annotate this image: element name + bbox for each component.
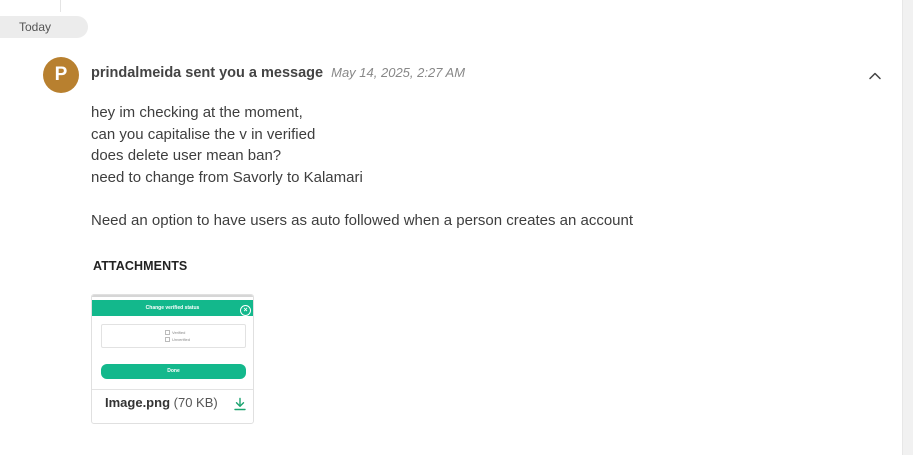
attachment-thumbnail[interactable]: Change verified status × Verified Unveri…	[92, 295, 253, 390]
preview-option: Verified	[165, 330, 185, 335]
preview-title: Change verified status	[145, 305, 200, 311]
message-timestamp: May 14, 2025, 2:27 AM	[331, 65, 466, 80]
attachments-heading: ATTACHMENTS	[93, 259, 188, 273]
date-divider-label: Today	[19, 20, 52, 34]
preview-close-icon: ×	[240, 305, 251, 316]
avatar: P	[43, 57, 79, 93]
message-line: can you capitalise the v in verified	[91, 125, 316, 143]
preview-options-box: Verified Unverified	[101, 324, 246, 348]
preview-option: Unverified	[165, 337, 190, 342]
attachment-name: Image.png	[105, 395, 171, 410]
message-line: hey im checking at the moment,	[91, 104, 303, 121]
preview-done-button: Done	[101, 364, 246, 379]
attachment-card[interactable]: Change verified status × Verified Unveri…	[91, 294, 254, 424]
attachment-size: (70 KB)	[173, 395, 218, 410]
chevron-up-icon[interactable]	[866, 68, 884, 84]
preview-title-bar: Change verified status ×	[92, 300, 253, 316]
attachment-info: Image.png (70 KB)	[105, 395, 218, 410]
message-line: does delete user mean ban?	[91, 147, 282, 164]
timeline-line	[60, 0, 61, 12]
message-line: need to change from Savorly to Kalamari	[91, 168, 363, 186]
message-header: prindalmeida sent you a message May 14, …	[91, 64, 465, 82]
message-sender-text: prindalmeida sent you a message	[91, 65, 324, 81]
scrollbar[interactable]	[902, 0, 913, 455]
date-divider: Today	[0, 16, 88, 38]
message-line: Need an option to have users as auto fol…	[91, 211, 634, 229]
message-body: hey im checking at the moment, can you c…	[91, 102, 871, 231]
avatar-initial: P	[54, 64, 68, 85]
download-icon[interactable]	[233, 397, 247, 411]
